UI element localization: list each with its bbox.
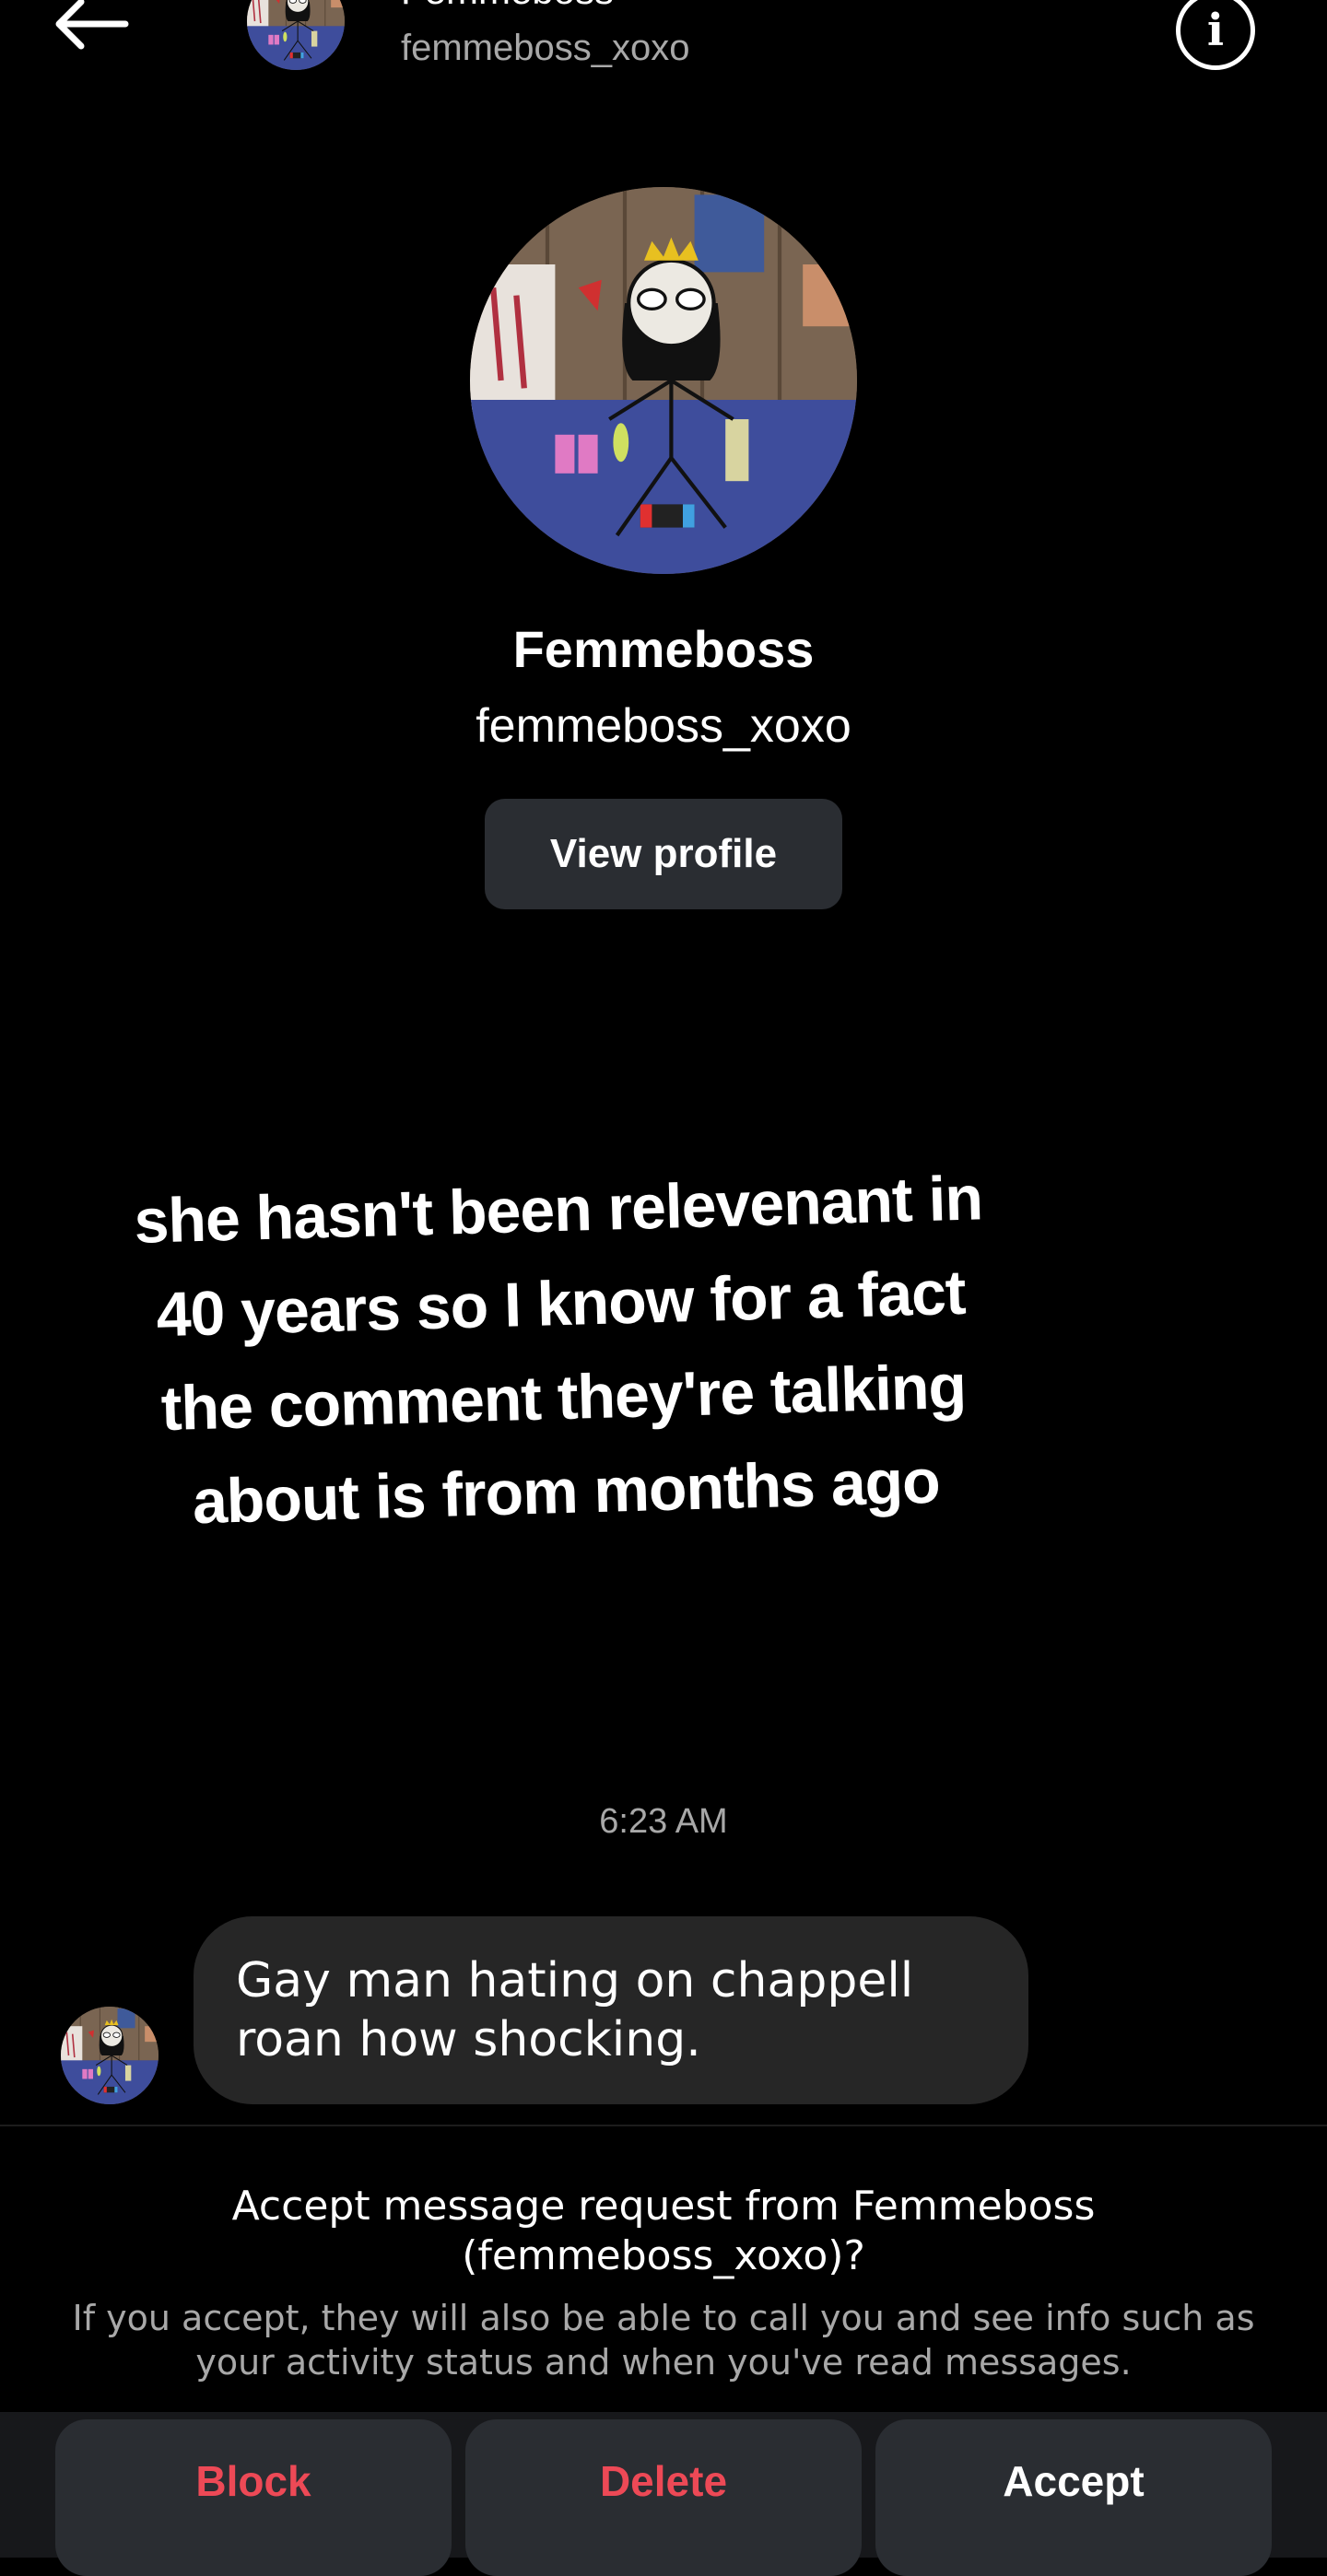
- request-title: Accept message request from Femmeboss (f…: [231, 2183, 1096, 2279]
- sender-avatar[interactable]: [61, 2007, 159, 2104]
- accept-button[interactable]: Accept: [875, 2419, 1272, 2576]
- message-bubble[interactable]: Gay man hating on chappell roan how shoc…: [194, 1916, 1028, 2104]
- delete-button[interactable]: Delete: [465, 2419, 862, 2576]
- arrow-left-icon: [55, 0, 129, 50]
- profile-username: femmeboss_xoxo: [476, 699, 851, 753]
- header-avatar[interactable]: [247, 0, 345, 70]
- header-username[interactable]: femmeboss_xoxo: [401, 28, 689, 69]
- message-timestamp: 6:23 AM: [599, 1802, 728, 1841]
- back-button[interactable]: [48, 0, 140, 52]
- chat-header: Femmeboss femmeboss_xoxo i: [0, 0, 1327, 92]
- shared-video-caption[interactable]: she hasn't been relevenant in 40 years s…: [88, 1150, 1038, 1551]
- block-button[interactable]: Block: [55, 2419, 452, 2576]
- request-description: If you accept, they will also be able to…: [72, 2298, 1255, 2383]
- info-icon[interactable]: i: [1176, 0, 1255, 70]
- profile-avatar[interactable]: [470, 187, 857, 574]
- divider: [0, 2125, 1327, 2126]
- view-profile-button[interactable]: View profile: [485, 799, 842, 909]
- profile-display-name: Femmeboss: [512, 620, 815, 678]
- header-display-name[interactable]: Femmeboss: [401, 0, 614, 13]
